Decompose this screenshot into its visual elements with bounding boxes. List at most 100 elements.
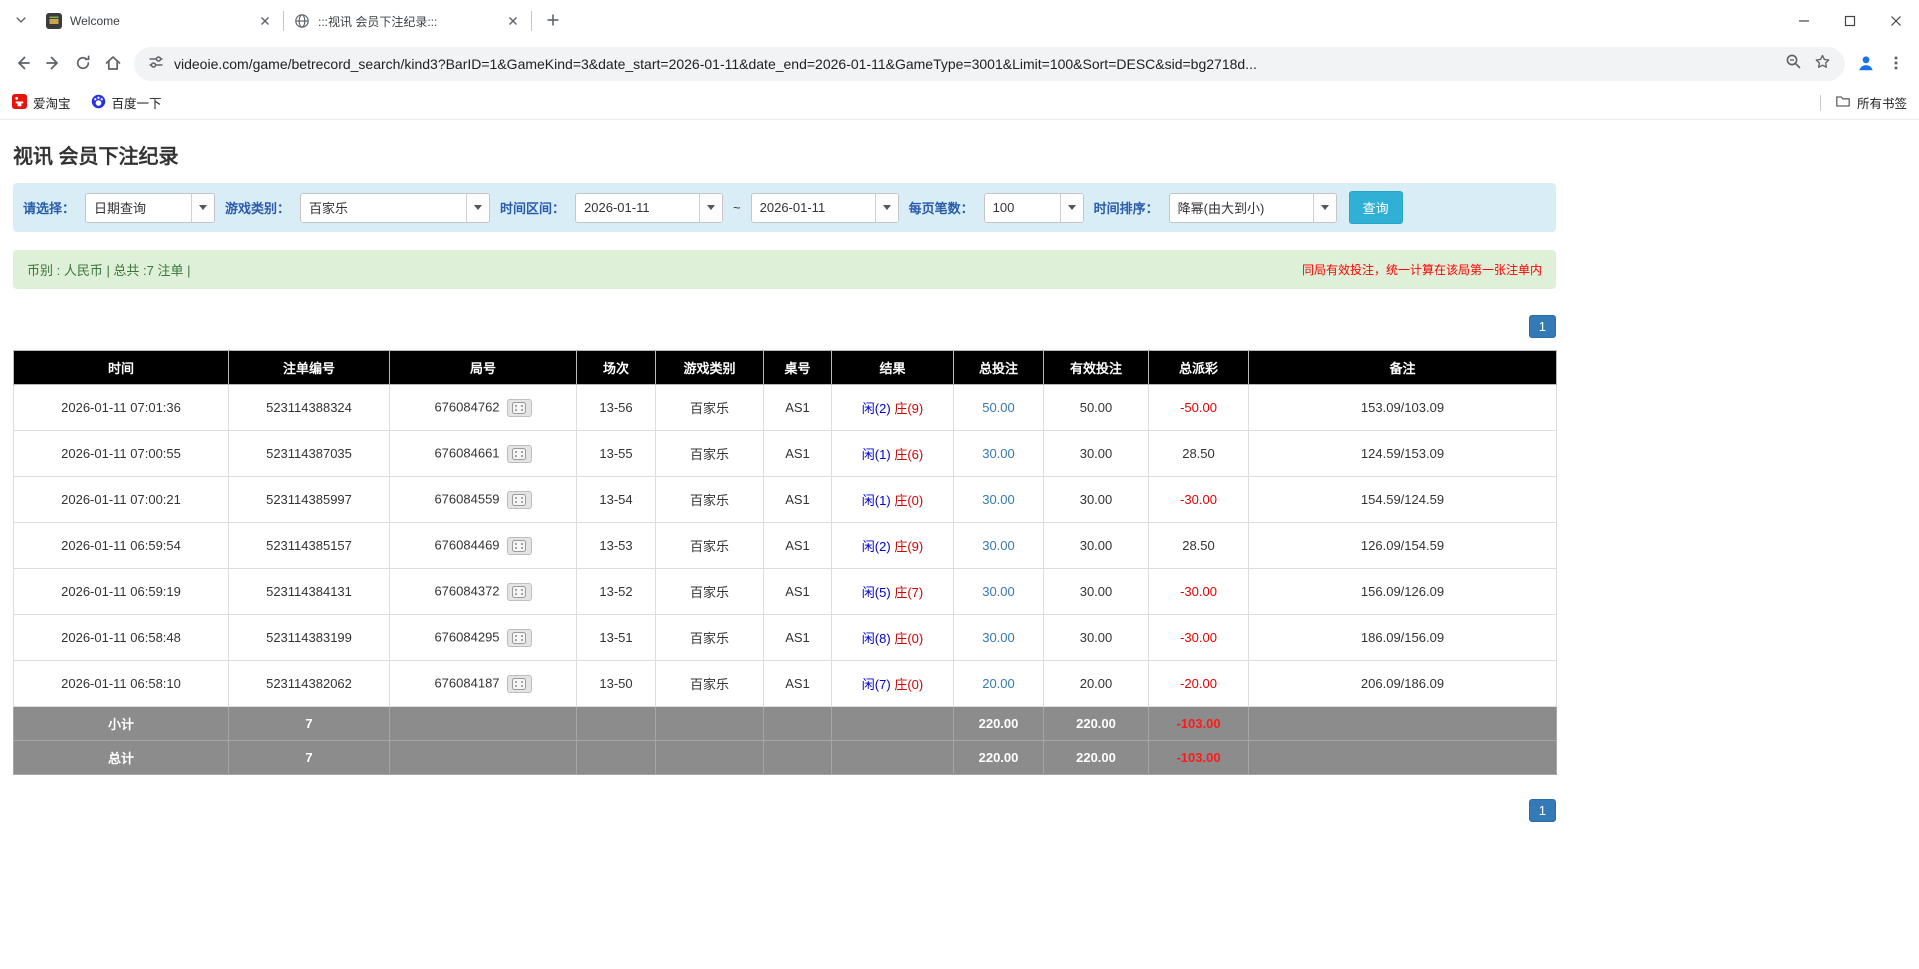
tab-betrecord[interactable]: :::视讯 会员下注纪录::: bbox=[284, 0, 532, 42]
round-number: 676084661 bbox=[434, 444, 500, 460]
folder-icon bbox=[1835, 93, 1851, 112]
date-type-select[interactable]: 日期查询 bbox=[85, 192, 216, 223]
page-1-button[interactable]: 1 bbox=[1528, 799, 1556, 822]
player-result: 闲(2) bbox=[861, 401, 891, 416]
maximize-button[interactable] bbox=[1827, 0, 1873, 42]
round-number: 676084295 bbox=[434, 628, 500, 644]
page-content: 视讯 会员下注纪录 请选择： 日期查询 游戏类别： 百家乐 时间区间： 2026… bbox=[13, 140, 1557, 822]
tab-title: :::视讯 会员下注纪录::: bbox=[318, 14, 438, 29]
round-cell: 676084469 bbox=[389, 522, 577, 569]
subtotal-valid-bet: 220.00 bbox=[1043, 706, 1149, 741]
page-1-button[interactable]: 1 bbox=[1528, 315, 1556, 338]
round-detail-icon[interactable] bbox=[506, 398, 532, 417]
round-cell: 676084372 bbox=[389, 568, 577, 615]
empty-cell bbox=[763, 706, 832, 741]
round-cell: 676084295 bbox=[389, 614, 577, 661]
empty-cell bbox=[655, 706, 764, 741]
bookmark-label: 爱淘宝 bbox=[33, 97, 71, 111]
forward-button[interactable] bbox=[38, 49, 68, 79]
banker-result: 庄(9) bbox=[894, 401, 924, 416]
back-button[interactable] bbox=[8, 49, 38, 79]
table-no-cell: AS1 bbox=[763, 660, 832, 707]
pagination-bottom: 1 bbox=[13, 799, 1556, 822]
close-window-button[interactable] bbox=[1873, 0, 1919, 42]
result-cell: 闲(1) 庄(0) bbox=[831, 476, 954, 523]
taobao-icon bbox=[12, 93, 27, 112]
date-start-select[interactable]: 2026-01-11 bbox=[575, 192, 724, 223]
minimize-button[interactable] bbox=[1781, 0, 1827, 42]
plus-icon bbox=[546, 13, 560, 30]
bookmark-star-icon[interactable] bbox=[1814, 53, 1831, 75]
page-title: 视讯 会员下注纪录 bbox=[13, 146, 179, 168]
bookmark-baidu[interactable]: 百度一下 bbox=[91, 93, 162, 112]
bookmark-taobao[interactable]: 爱淘宝 bbox=[12, 93, 71, 112]
session-cell: 13-50 bbox=[576, 660, 656, 707]
per-page-label: 每页笔数： bbox=[908, 201, 974, 216]
payout-cell: 28.50 bbox=[1148, 430, 1249, 477]
tab-close-icon[interactable] bbox=[504, 12, 522, 30]
url-text[interactable]: videoie.com/game/betrecord_search/kind3?… bbox=[174, 56, 1775, 72]
result-cell: 闲(7) 庄(0) bbox=[831, 660, 954, 707]
globe-favicon-icon bbox=[294, 13, 310, 29]
chevron-down-icon[interactable] bbox=[1312, 193, 1336, 222]
sort-label: 时间排序： bbox=[1093, 201, 1159, 216]
chevron-down-icon[interactable] bbox=[874, 193, 898, 222]
round-detail-icon[interactable] bbox=[506, 444, 532, 463]
zoom-icon[interactable] bbox=[1785, 53, 1802, 75]
new-tab-button[interactable] bbox=[538, 6, 568, 36]
sort-select[interactable]: 降幂(由大到小) bbox=[1168, 192, 1337, 223]
url-bar[interactable]: videoie.com/game/betrecord_search/kind3?… bbox=[134, 47, 1845, 81]
result-cell: 闲(8) 庄(0) bbox=[831, 614, 954, 661]
round-detail-icon[interactable] bbox=[506, 490, 532, 509]
col-session: 场次 bbox=[576, 350, 656, 385]
tab-title: Welcome bbox=[70, 14, 120, 28]
col-round: 局号 bbox=[389, 350, 577, 385]
sort-value: 降幂(由大到小) bbox=[1177, 201, 1265, 216]
date-end-select[interactable]: 2026-01-11 bbox=[750, 192, 899, 223]
per-page-select[interactable]: 100 bbox=[983, 192, 1084, 223]
round-detail-icon[interactable] bbox=[506, 582, 532, 601]
browser-tab-strip: Welcome :::视讯 会员下注纪录::: bbox=[0, 0, 1919, 42]
round-detail-icon[interactable] bbox=[506, 536, 532, 555]
bookmarks-bar: 爱淘宝 百度一下 所有书签 bbox=[0, 86, 1919, 120]
banker-result: 庄(6) bbox=[894, 447, 924, 462]
reload-button[interactable] bbox=[68, 49, 98, 79]
col-result: 结果 bbox=[831, 350, 954, 385]
round-cell: 676084762 bbox=[389, 384, 577, 431]
col-table-no: 桌号 bbox=[763, 350, 832, 385]
bet-records-table: 时间 注单编号 局号 场次 游戏类别 桌号 结果 总投注 有效投注 总派彩 备注… bbox=[13, 350, 1557, 775]
time-cell: 2026-01-11 06:58:10 bbox=[13, 660, 229, 707]
round-detail-icon[interactable] bbox=[506, 674, 532, 693]
tab-close-icon[interactable] bbox=[256, 12, 274, 30]
empty-cell bbox=[1248, 706, 1557, 741]
table-no-cell: AS1 bbox=[763, 384, 832, 431]
col-game: 游戏类别 bbox=[655, 350, 764, 385]
site-settings-icon[interactable] bbox=[148, 54, 164, 75]
all-bookmarks-button[interactable]: 所有书签 bbox=[1835, 93, 1907, 112]
total-bet-cell: 20.00 bbox=[953, 660, 1044, 707]
browser-menu-button[interactable] bbox=[1881, 49, 1911, 79]
tab-welcome[interactable]: Welcome bbox=[36, 0, 284, 42]
tab-search-button[interactable] bbox=[6, 6, 36, 36]
table-row: 2026-01-11 06:58:10 523114382062 6760841… bbox=[13, 660, 1557, 707]
total-bet-cell: 50.00 bbox=[953, 384, 1044, 431]
chevron-down-icon[interactable] bbox=[699, 193, 723, 222]
round-number: 676084187 bbox=[434, 674, 500, 690]
game-kind-select[interactable]: 百家乐 bbox=[300, 192, 491, 223]
banker-result: 庄(7) bbox=[894, 585, 924, 600]
home-button[interactable] bbox=[98, 49, 128, 79]
chevron-down-icon[interactable] bbox=[191, 193, 215, 222]
forward-arrow-icon bbox=[44, 54, 62, 75]
valid-bet-cell: 50.00 bbox=[1043, 384, 1149, 431]
per-page-value: 100 bbox=[992, 200, 1015, 215]
profile-button[interactable] bbox=[1851, 49, 1881, 79]
search-button[interactable]: 查询 bbox=[1348, 191, 1403, 224]
round-detail-icon[interactable] bbox=[506, 628, 532, 647]
col-bet-id: 注单编号 bbox=[228, 350, 390, 385]
chevron-down-icon[interactable] bbox=[466, 193, 490, 222]
chevron-down-icon[interactable] bbox=[1059, 193, 1083, 222]
subtotal-payout: -103.00 bbox=[1148, 706, 1249, 741]
game-cell: 百家乐 bbox=[655, 476, 764, 523]
payout-cell: -30.00 bbox=[1148, 476, 1249, 523]
bet-id-cell: 523114388324 bbox=[228, 384, 390, 431]
